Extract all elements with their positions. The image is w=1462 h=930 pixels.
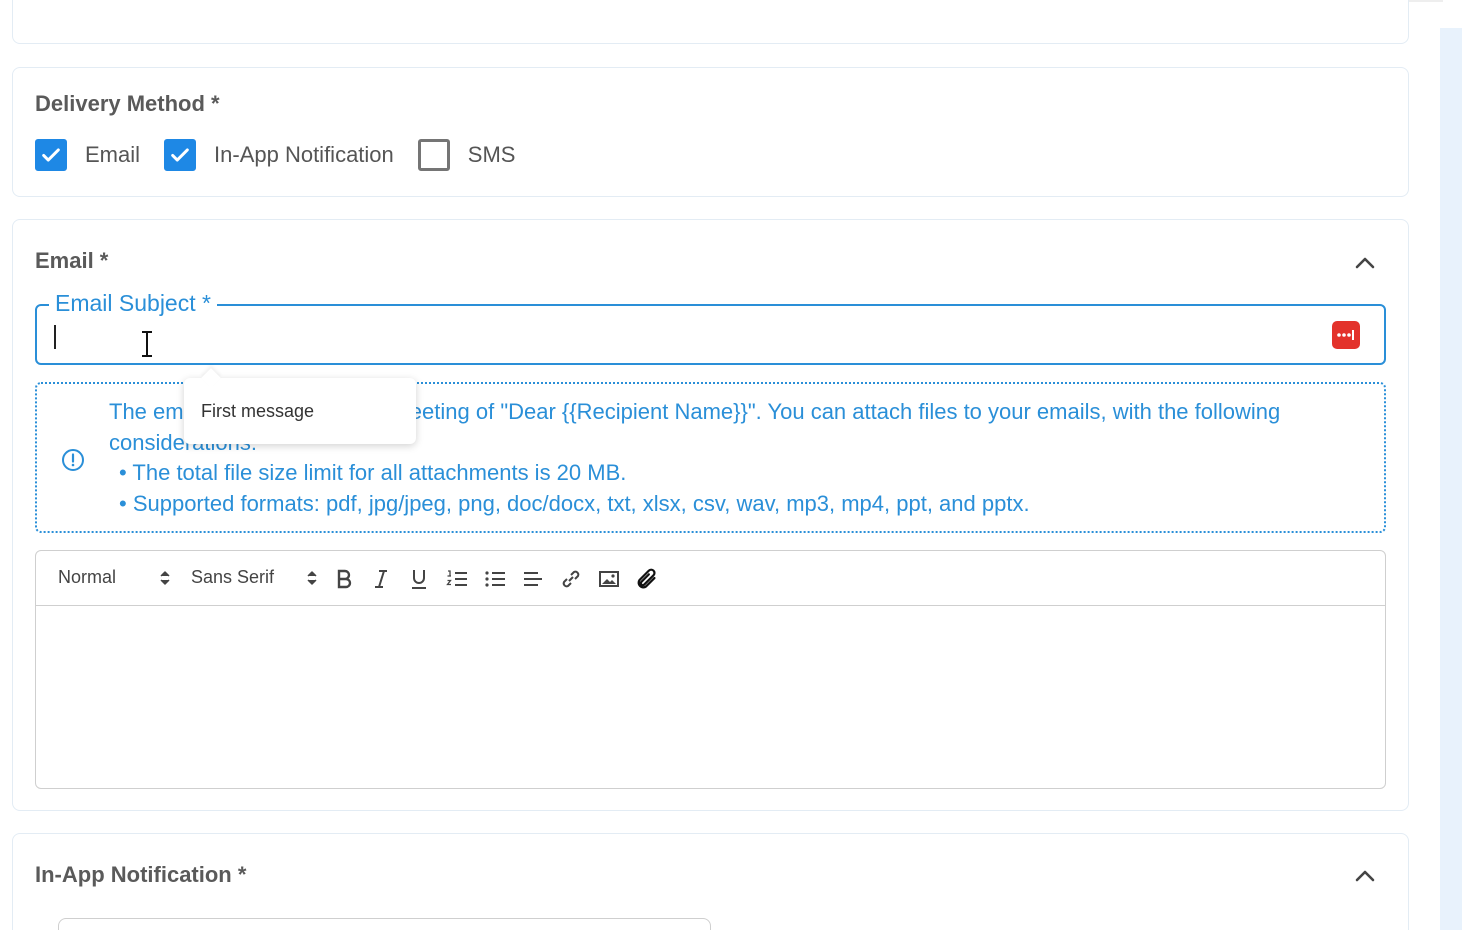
info-bullet-size-limit: • The total file size limit for all atta… <box>119 460 627 485</box>
email-subject-input[interactable]: Email Subject * <box>35 290 1386 365</box>
email-section-title: Email * <box>35 248 109 273</box>
text-size-select[interactable]: Normal <box>58 567 170 588</box>
collapse-email-button[interactable] <box>1352 250 1378 276</box>
select-arrows-icon <box>160 571 170 585</box>
font-family-select[interactable]: Sans Serif <box>191 567 317 588</box>
checkbox-in-app[interactable] <box>164 139 197 171</box>
previous-section-card <box>12 0 1409 44</box>
collapse-in-app-button[interactable] <box>1352 863 1378 889</box>
italic-icon <box>375 570 387 588</box>
checkbox-sms[interactable] <box>417 139 450 171</box>
bullet-list-button[interactable] <box>482 566 508 592</box>
in-app-field-top[interactable] <box>58 918 711 930</box>
checkbox-email-label: Email <box>85 142 141 167</box>
bold-button[interactable] <box>331 566 357 592</box>
select-arrows-icon <box>307 571 317 585</box>
ibeam-cursor-icon <box>142 331 152 357</box>
chevron-up-icon <box>1355 870 1375 882</box>
email-card: Email * Email Subject * The email will b… <box>12 219 1409 811</box>
editor-toolbar: Normal Sans Serif <box>36 551 1385 606</box>
chevron-up-icon <box>1355 257 1375 269</box>
checkbox-sms-label: SMS <box>467 142 516 167</box>
delivery-options: Email In-App Notification SMS <box>35 138 539 172</box>
delivery-method-title: Delivery Method * <box>35 91 220 116</box>
underline-icon <box>412 570 426 589</box>
ordered-list-button[interactable] <box>444 566 470 592</box>
email-subject-label: Email Subject * <box>49 290 217 317</box>
italic-button[interactable] <box>368 566 394 592</box>
font-family-value: Sans Serif <box>191 567 275 587</box>
tooltip-text: First message <box>201 401 315 421</box>
link-icon <box>562 570 580 588</box>
align-button[interactable] <box>520 566 546 592</box>
text-size-value: Normal <box>58 567 117 587</box>
in-app-section-title: In-App Notification * <box>35 862 247 887</box>
info-bullet-formats: • Supported formats: pdf, jpg/jpeg, png,… <box>119 491 1030 516</box>
delivery-option-email[interactable]: Email <box>35 139 140 171</box>
email-body-editor: Normal Sans Serif <box>35 550 1386 789</box>
ordered-list-icon <box>446 570 467 586</box>
text-caret <box>54 325 56 349</box>
bullet-list-icon <box>485 571 505 587</box>
align-left-icon <box>524 572 542 586</box>
check-icon <box>42 148 60 162</box>
delivery-option-sms[interactable]: SMS <box>417 139 516 171</box>
email-body-textarea[interactable] <box>36 607 1385 788</box>
in-app-notification-card: In-App Notification * <box>12 833 1409 930</box>
checkbox-in-app-label: In-App Notification <box>214 142 394 167</box>
insert-variable-button[interactable] <box>1332 321 1360 349</box>
checkbox-email[interactable] <box>35 139 67 171</box>
variable-dots-icon <box>1337 330 1354 340</box>
attach-file-button[interactable] <box>634 566 660 592</box>
info-icon <box>62 449 84 471</box>
first-message-tooltip: First message <box>184 368 416 444</box>
image-button[interactable] <box>596 566 622 592</box>
link-button[interactable] <box>558 566 584 592</box>
paperclip-icon <box>637 568 656 589</box>
delivery-method-card: Delivery Method * Email In-App Notificat… <box>12 67 1409 197</box>
bold-icon <box>337 569 352 589</box>
underline-button[interactable] <box>406 566 432 592</box>
scrollbar-track[interactable] <box>1440 28 1462 930</box>
delivery-option-in-app[interactable]: In-App Notification <box>164 139 394 171</box>
check-icon <box>171 148 189 162</box>
image-icon <box>599 571 619 587</box>
